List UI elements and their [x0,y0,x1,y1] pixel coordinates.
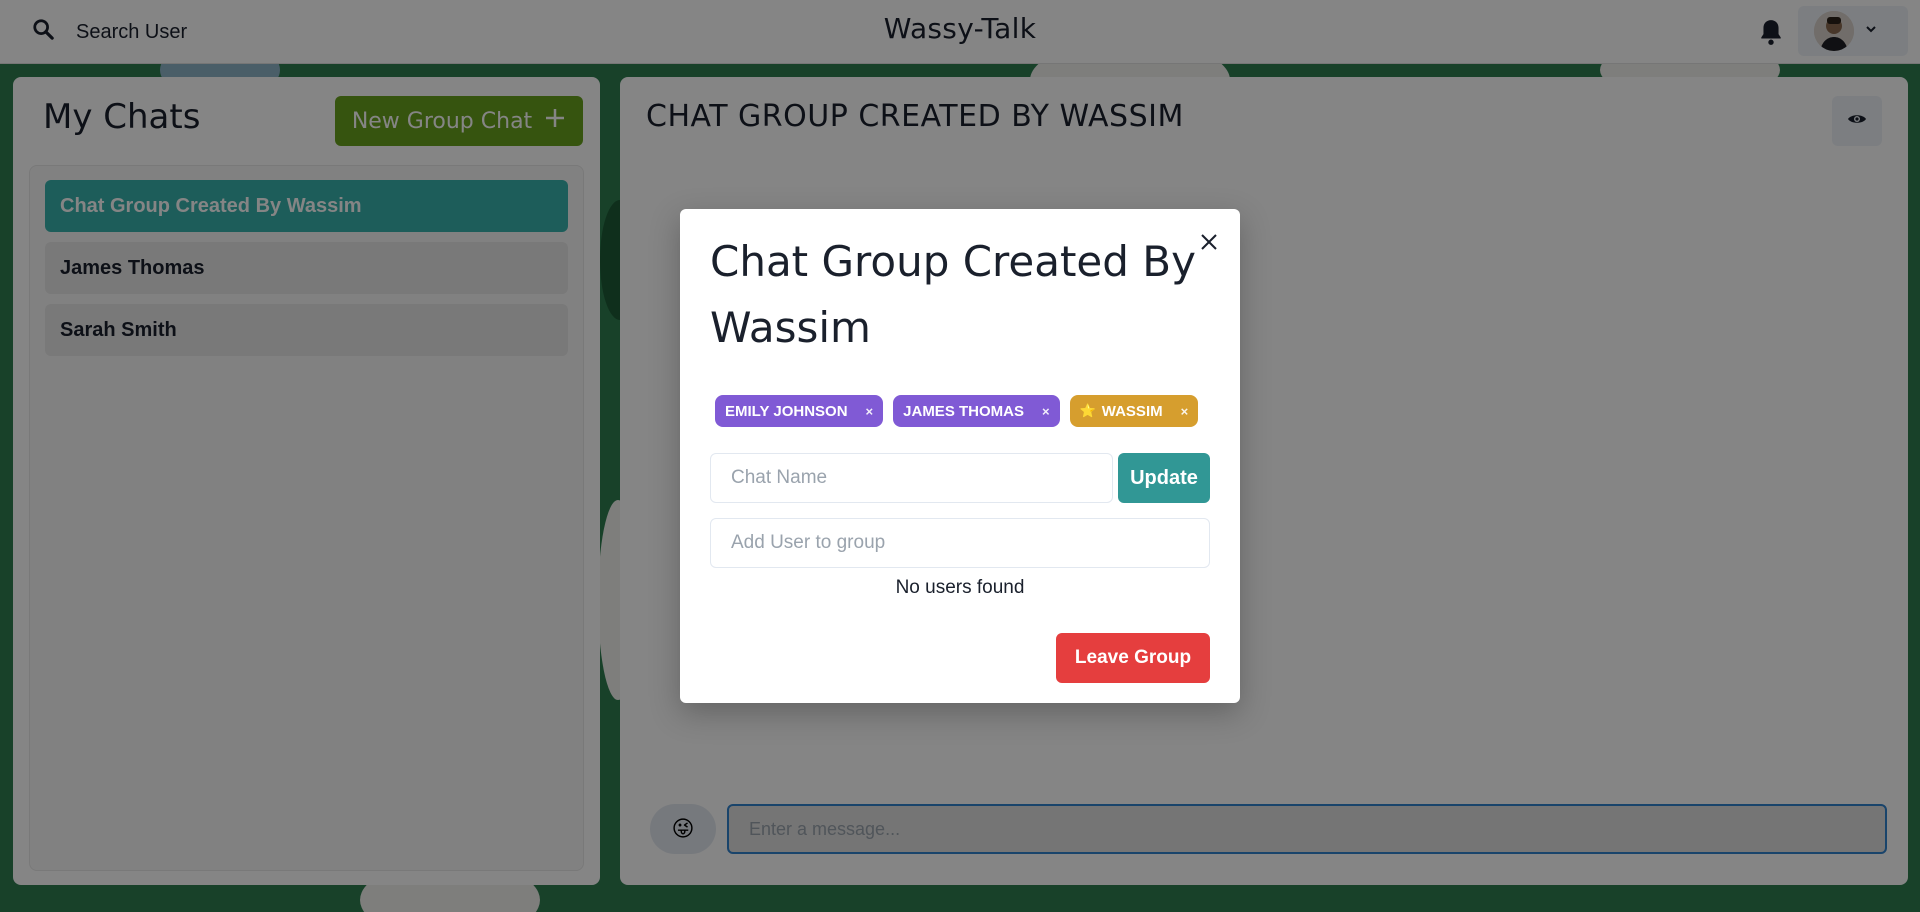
remove-member-icon[interactable]: × [1181,404,1189,419]
add-user-input[interactable]: Add User to group [710,518,1210,568]
member-name: JAMES THOMAS [903,402,1024,420]
chat-name-placeholder: Chat Name [731,467,828,488]
member-name: WASSIM [1101,402,1163,420]
member-badge[interactable]: EMILY JOHNSON × [715,395,884,427]
member-badges: EMILY JOHNSON × JAMES THOMAS × ⭐ WASSIM … [715,395,1199,427]
update-button[interactable]: Update [1118,453,1210,503]
member-badge-admin[interactable]: ⭐ WASSIM × [1069,395,1199,427]
modal-title: Chat Group Created By Wassim [710,237,1196,352]
group-settings-modal: Chat Group Created By Wassim EMILY JOHNS… [680,209,1240,703]
remove-member-icon[interactable]: × [1042,404,1050,419]
member-badge[interactable]: JAMES THOMAS × [893,395,1060,427]
chat-name-input[interactable]: Chat Name [710,453,1113,503]
star-icon: ⭐ [1079,403,1096,418]
leave-group-button[interactable]: Leave Group [1056,633,1210,683]
no-users-message: No users found [895,577,1025,598]
remove-member-icon[interactable]: × [866,404,874,419]
member-name: EMILY JOHNSON [725,402,848,420]
add-user-placeholder: Add User to group [731,532,886,553]
